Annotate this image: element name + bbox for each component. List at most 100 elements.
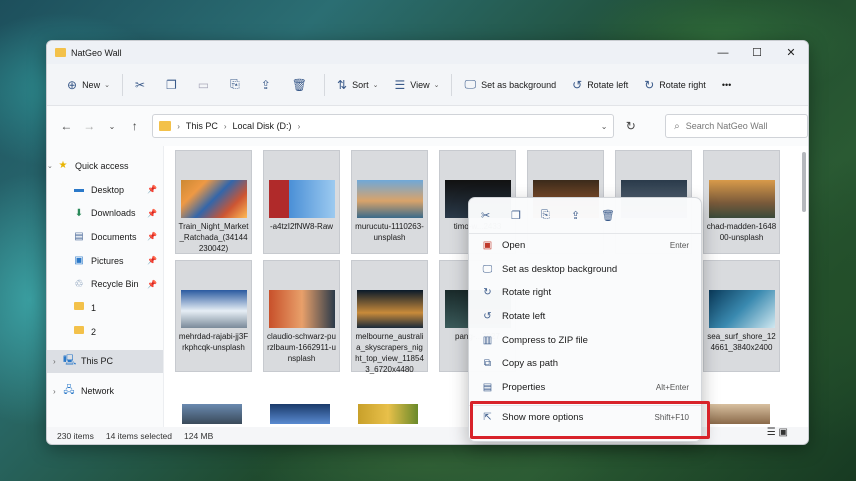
thumbnail-image	[270, 404, 330, 424]
path-icon: ⧉	[483, 358, 492, 370]
sidebar-item-folder-1[interactable]: 1	[47, 296, 163, 320]
vertical-scrollbar[interactable]	[802, 152, 806, 212]
maximize-button[interactable]: ☐	[740, 41, 774, 64]
file-tile[interactable]: murucutu-1110263-unsplash	[351, 150, 428, 254]
desktop-icon: 🖵	[482, 263, 493, 275]
navigation-pane: ⌄ ★ Quick access ▬ Desktop 📌 ⬇ Downloads 📌 ▤ Do…	[47, 146, 164, 427]
breadcrumb-this-pc[interactable]: This PC	[186, 121, 218, 131]
rotate-left-icon: ↺	[572, 77, 583, 92]
file-tile[interactable]: melbourne_australia_skyscrapers_night_to…	[351, 260, 428, 374]
close-button[interactable]: ✕	[774, 41, 808, 64]
menu-item-copy-as-path[interactable]: ⧉ Copy as path	[469, 352, 701, 376]
share-icon[interactable]: ⇪	[571, 209, 601, 222]
search-placeholder: Search NatGeo Wall	[685, 121, 768, 131]
download-icon: ⬇	[74, 207, 84, 219]
minimize-button[interactable]: —	[706, 41, 740, 64]
trash-icon[interactable]: 🗑	[601, 209, 631, 222]
set-background-button[interactable]: 🖵 Set as background	[456, 71, 564, 99]
menu-item-open[interactable]: ▣ Open Enter	[469, 234, 701, 258]
sidebar-item-desktop[interactable]: ▬ Desktop 📌	[47, 178, 163, 202]
sidebar-item-network[interactable]: › 🖧 Network	[47, 379, 163, 403]
pin-icon: 📌	[147, 185, 157, 195]
copy-button[interactable]: ❐	[158, 71, 190, 99]
folder-icon	[74, 326, 84, 335]
sidebar-item-folder-2[interactable]: 2	[47, 320, 163, 344]
new-button[interactable]: ⊕ New ⌄	[59, 71, 118, 99]
folder-icon	[74, 302, 84, 311]
trash-icon: 🗑	[291, 77, 308, 92]
more-button[interactable]: •••	[714, 71, 739, 99]
pin-icon: 📌	[147, 232, 157, 242]
properties-icon: ▤	[482, 381, 493, 393]
pin-icon: 📌	[147, 279, 157, 289]
scissors-icon[interactable]: ✂	[481, 209, 511, 222]
sort-button[interactable]: ⇅ Sort ⌄	[329, 71, 386, 99]
selected-count: 14 items selected	[105, 430, 173, 441]
view-button[interactable]: ☰ View ⌄	[386, 71, 447, 99]
forward-icon[interactable]: →	[78, 119, 101, 133]
menu-item-properties[interactable]: ▤ Properties Alt+Enter	[469, 376, 701, 400]
pin-icon: 📌	[147, 256, 157, 266]
rotate-right-button[interactable]: ↻ Rotate right	[636, 71, 714, 99]
sidebar-item-documents[interactable]: ▤ Documents 📌	[47, 225, 163, 249]
rotate-right-icon: ↻	[644, 77, 655, 92]
copy-icon: ❐	[166, 77, 177, 92]
address-dropdown-icon[interactable]: ⌄	[601, 122, 608, 131]
sort-icon: ⇅	[337, 77, 348, 92]
rotate-left-button[interactable]: ↺ Rotate left	[564, 71, 636, 99]
sidebar-item-recycle-bin[interactable]: ♲ Recycle Bin 📌	[47, 272, 163, 296]
chevron-right-icon: ›	[53, 356, 56, 366]
menu-item-set-desktop-background[interactable]: 🖵 Set as desktop background	[469, 258, 701, 282]
share-button[interactable]: ⇪	[253, 71, 284, 99]
delete-button[interactable]: 🗑	[284, 71, 320, 99]
file-tile[interactable]: -a4tzI2fNW8-Raw	[263, 150, 340, 254]
breadcrumb-local-disk[interactable]: Local Disk (D:)	[233, 121, 292, 131]
image-icon: ▣	[482, 240, 493, 252]
back-icon[interactable]: ←	[55, 119, 78, 133]
desktop-icon: 🖵	[464, 77, 477, 91]
file-tile[interactable]: claudio-schwarz-purzlbaum-1662911-unspla…	[263, 260, 340, 372]
recent-chevron-icon[interactable]: ⌄	[101, 122, 124, 131]
rename-icon: ⎘	[230, 77, 240, 91]
thumbnail-image	[268, 180, 335, 218]
file-tile[interactable]: sea_surf_shore_124661_3840x2400	[703, 260, 780, 372]
window-title: NatGeo Wall	[71, 47, 122, 58]
address-bar[interactable]: › This PC › Local Disk (D:) › ⌄	[152, 114, 615, 138]
folder-icon	[55, 48, 66, 57]
file-tile[interactable]: mehrdad-rajabi-jj3Frkphcqk-unsplash	[175, 260, 252, 372]
cut-button[interactable]: ✂	[127, 71, 158, 99]
paste-button[interactable]: ▭	[190, 71, 222, 99]
thumbnail-image	[710, 404, 770, 424]
rotate-right-icon: ↻	[483, 287, 492, 299]
search-input[interactable]: ⌕ Search NatGeo Wall	[665, 114, 808, 138]
folder-icon	[159, 121, 172, 131]
view-toggle-icons[interactable]: ☰ ▣	[767, 427, 788, 438]
rotate-left-icon: ↺	[483, 311, 492, 323]
thumbnail-image	[356, 290, 423, 328]
menu-item-compress-zip[interactable]: ▥ Compress to ZIP file	[469, 328, 701, 352]
sidebar-item-downloads[interactable]: ⬇ Downloads 📌	[47, 201, 163, 225]
refresh-icon[interactable]: ↻	[618, 119, 643, 133]
sidebar-item-pictures[interactable]: ▣ Pictures 📌	[47, 249, 163, 273]
sidebar-item-quick-access[interactable]: ⌄ ★ Quick access	[47, 154, 163, 178]
highlight-box	[470, 401, 710, 439]
rename-icon[interactable]: ⎘	[541, 209, 571, 222]
file-tile[interactable]: chad-madden-164800-unsplash	[703, 150, 780, 254]
selected-size: 124 MB	[184, 430, 214, 441]
sidebar-item-this-pc[interactable]: › 🖳 This PC	[47, 349, 163, 374]
plus-icon: ⊕	[67, 77, 78, 92]
paste-icon: ▭	[197, 77, 210, 92]
copy-icon[interactable]: ❐	[511, 209, 541, 222]
scissors-icon: ✂	[134, 77, 146, 92]
menu-item-rotate-left[interactable]: ↺ Rotate left	[469, 305, 701, 329]
command-bar: ⊕ New ⌄ ✂ ❐ ▭ ⎘ ⇪ 🗑 ⇅ Sort ⌄ ☰ View ⌄ 🖵 Set as …	[47, 64, 808, 106]
thumbnail-image	[358, 404, 418, 424]
thumbnail-image	[268, 290, 335, 328]
file-tile[interactable]: Train_Night_Market_Ratchada_(34144230042…	[175, 150, 252, 254]
rename-button[interactable]: ⎘	[222, 71, 253, 99]
thumbnail-image	[182, 404, 242, 424]
up-icon[interactable]: ↑	[123, 119, 146, 133]
search-icon: ⌕	[674, 120, 680, 132]
recycle-bin-icon: ♲	[74, 278, 84, 290]
menu-item-rotate-right[interactable]: ↻ Rotate right	[469, 281, 701, 305]
